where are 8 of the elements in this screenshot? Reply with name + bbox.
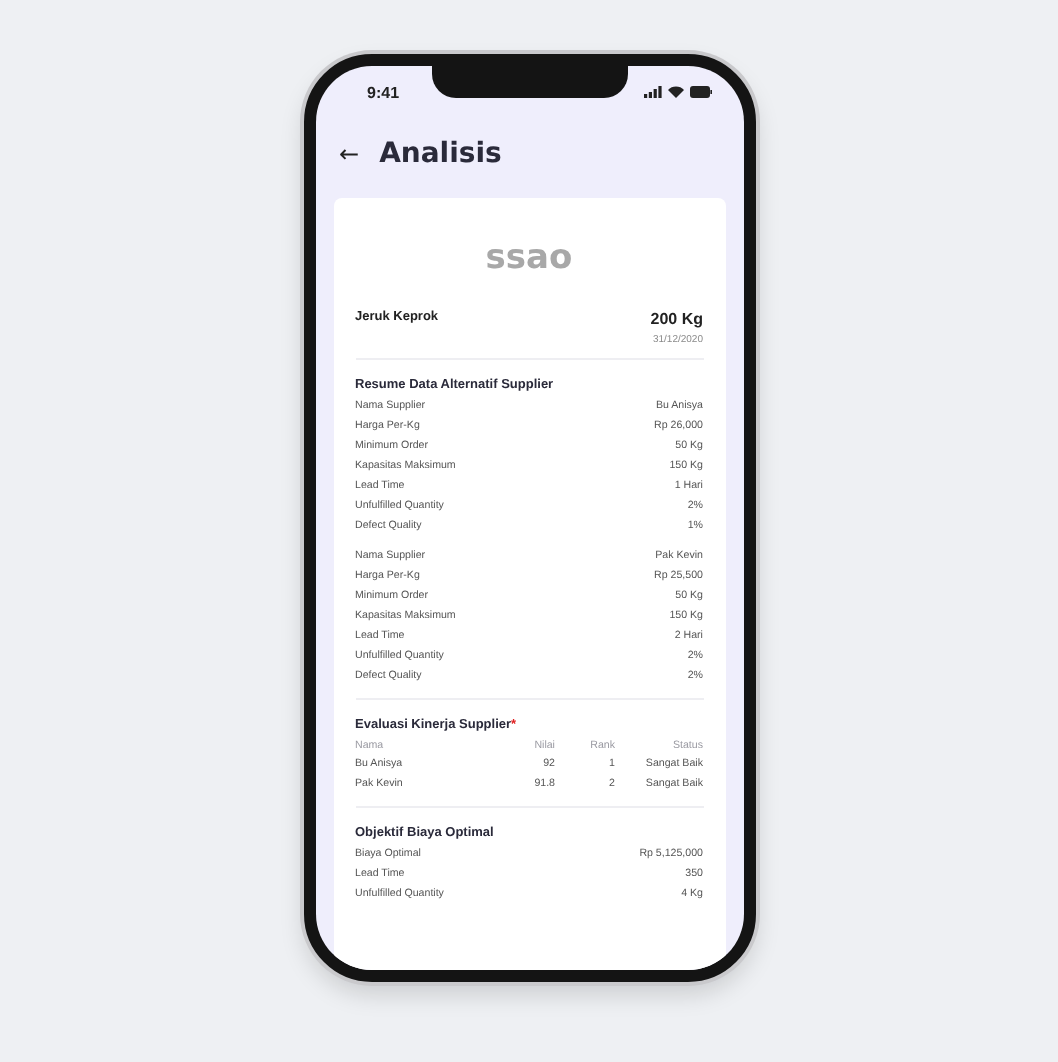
- logo-text: ssao: [483, 238, 575, 278]
- signal-icon: [643, 86, 661, 98]
- product-quantity: 200 Kg: [650, 310, 703, 328]
- wifi-icon: [667, 86, 683, 98]
- back-button[interactable]: ←: [339, 140, 360, 168]
- battery-icon: [689, 86, 711, 98]
- page-title: Analisis: [379, 138, 502, 170]
- status-time: 9:41: [367, 83, 400, 101]
